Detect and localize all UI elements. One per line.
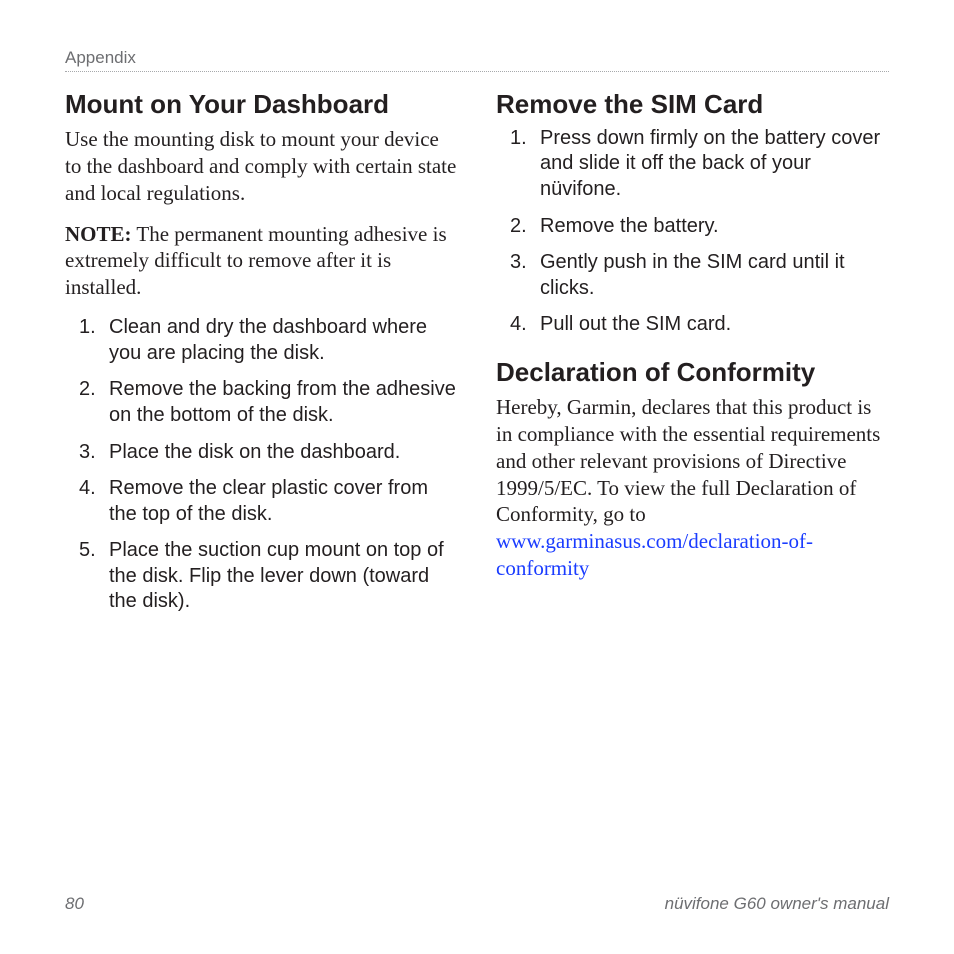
page-number: 80 bbox=[65, 894, 84, 914]
page-footer: 80 nüvifone G60 owner's manual bbox=[65, 894, 889, 914]
conformity-link[interactable]: www.garminasus.com/declaration-of-confor… bbox=[496, 529, 813, 580]
list-item: Clean and dry the dashboard where you ar… bbox=[65, 315, 458, 366]
content-columns: Mount on Your Dashboard Use the mounting… bbox=[65, 90, 889, 635]
heading-mount: Mount on Your Dashboard bbox=[65, 90, 458, 120]
note-label: NOTE: bbox=[65, 222, 132, 246]
conformity-text: Hereby, Garmin, declares that this produ… bbox=[496, 395, 880, 527]
list-item: Place the disk on the dashboard. bbox=[65, 440, 458, 466]
mount-section: Mount on Your Dashboard Use the mounting… bbox=[65, 90, 458, 615]
list-item: Press down firmly on the battery cover a… bbox=[496, 126, 889, 203]
header-section-label: Appendix bbox=[65, 48, 889, 72]
conformity-body: Hereby, Garmin, declares that this produ… bbox=[496, 394, 889, 582]
mount-note: NOTE: The permanent mounting adhesive is… bbox=[65, 221, 458, 302]
list-item: Gently push in the SIM card until it cli… bbox=[496, 250, 889, 301]
list-item: Place the suction cup mount on top of th… bbox=[65, 538, 458, 615]
list-item: Remove the battery. bbox=[496, 214, 889, 240]
mount-intro-text: Use the mounting disk to mount your devi… bbox=[65, 126, 458, 207]
heading-conformity: Declaration of Conformity bbox=[496, 358, 889, 388]
left-column: Mount on Your Dashboard Use the mounting… bbox=[65, 90, 458, 635]
manual-title: nüvifone G60 owner's manual bbox=[665, 894, 889, 914]
sim-steps-list: Press down firmly on the battery cover a… bbox=[496, 126, 889, 338]
conformity-section: Declaration of Conformity Hereby, Garmin… bbox=[496, 358, 889, 582]
mount-steps-list: Clean and dry the dashboard where you ar… bbox=[65, 315, 458, 615]
heading-sim: Remove the SIM Card bbox=[496, 90, 889, 120]
sim-section: Remove the SIM Card Press down firmly on… bbox=[496, 90, 889, 338]
right-column: Remove the SIM Card Press down firmly on… bbox=[496, 90, 889, 635]
list-item: Remove the clear plastic cover from the … bbox=[65, 476, 458, 527]
list-item: Remove the backing from the adhesive on … bbox=[65, 377, 458, 428]
list-item: Pull out the SIM card. bbox=[496, 312, 889, 338]
